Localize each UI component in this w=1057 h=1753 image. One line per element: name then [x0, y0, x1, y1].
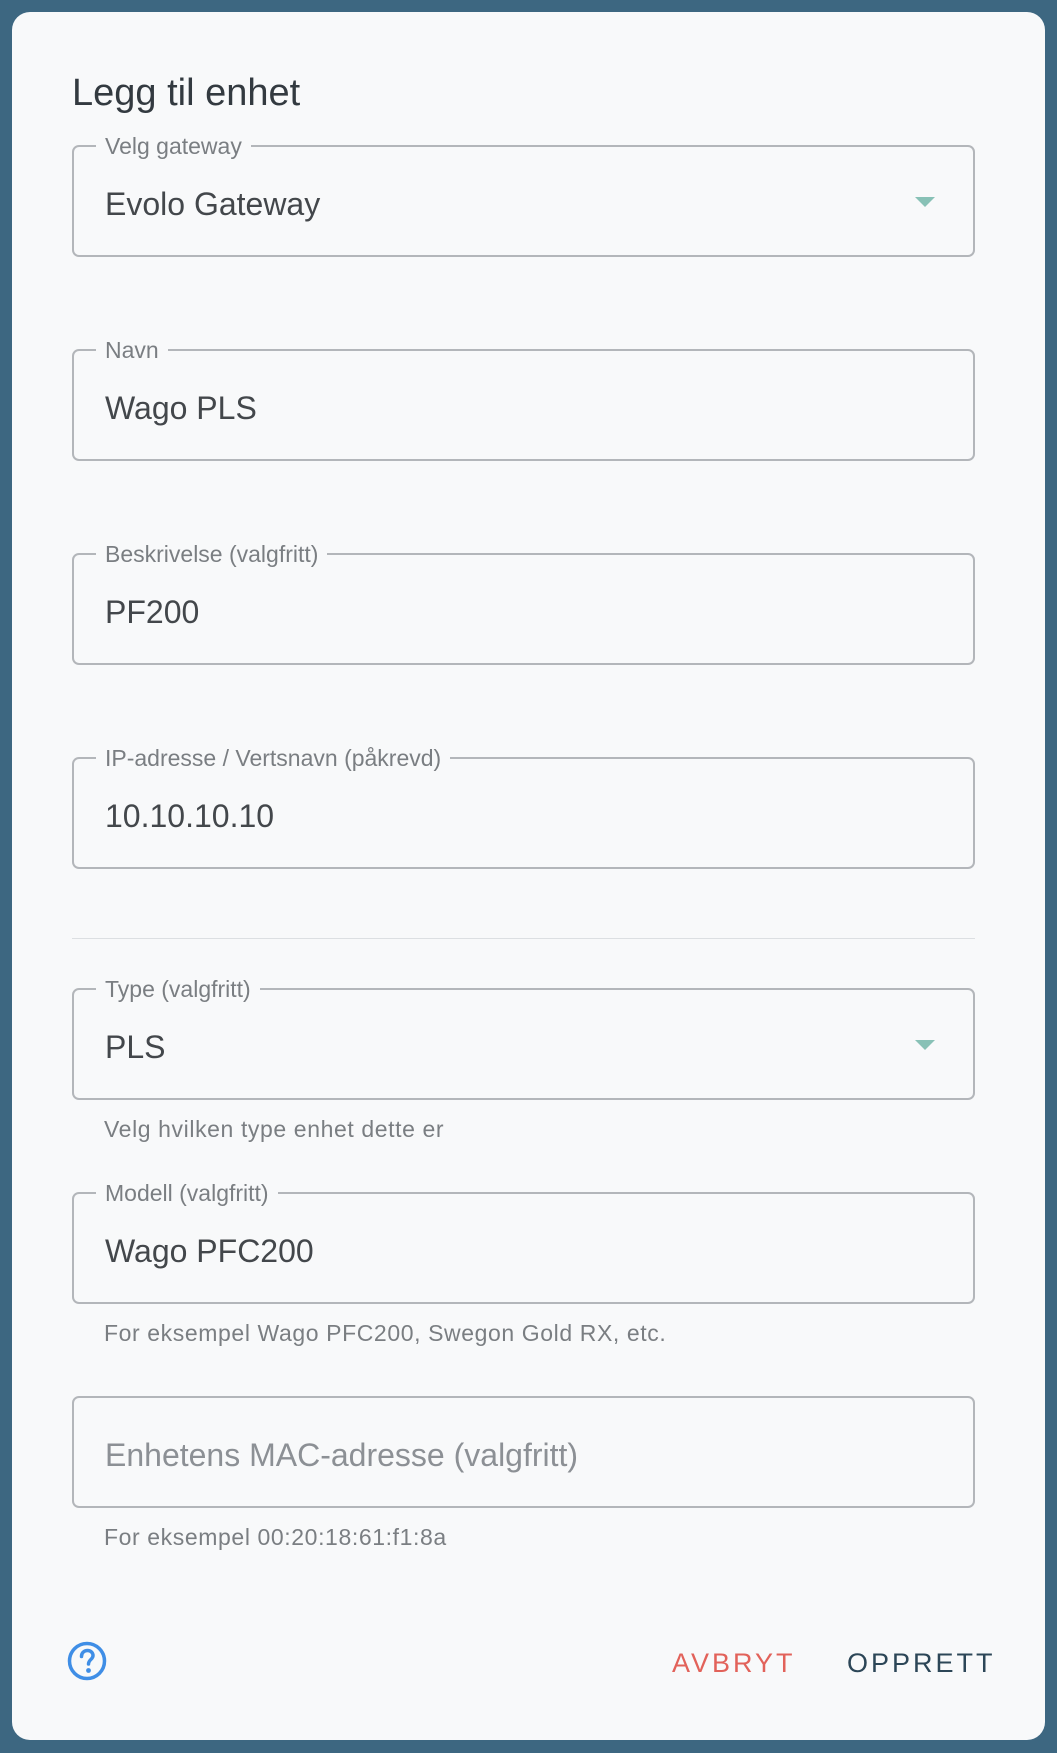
model-field[interactable]: Modell (valgfritt) Wago PFC200 — [72, 1179, 975, 1304]
dropdown-arrow-icon[interactable] — [915, 1040, 935, 1050]
name-field-value[interactable]: Wago PLS — [105, 389, 257, 427]
name-field[interactable]: Navn Wago PLS — [72, 336, 975, 461]
gateway-select-label: Velg gateway — [96, 132, 251, 160]
cancel-button[interactable]: AVBRYT — [672, 1648, 796, 1679]
help-circle-icon[interactable] — [67, 1641, 107, 1681]
model-field-value[interactable]: Wago PFC200 — [105, 1232, 314, 1270]
type-select[interactable]: Type (valgfritt) PLS — [72, 975, 975, 1100]
ip-hostname-field-value[interactable]: 10.10.10.10 — [105, 797, 274, 835]
description-field-value[interactable]: PF200 — [105, 593, 199, 631]
gateway-select[interactable]: Velg gateway Evolo Gateway — [72, 132, 975, 257]
dialog-title: Legg til enhet — [72, 72, 301, 114]
mac-address-field[interactable]: Enhetens MAC-adresse (valgfritt) — [72, 1396, 975, 1508]
name-field-label: Navn — [96, 336, 168, 364]
ip-hostname-field[interactable]: IP-adresse / Vertsnavn (påkrevd) 10.10.1… — [72, 744, 975, 869]
description-field-label: Beskrivelse (valgfritt) — [96, 540, 328, 568]
description-field[interactable]: Beskrivelse (valgfritt) PF200 — [72, 540, 975, 665]
mac-address-placeholder[interactable]: Enhetens MAC-adresse (valgfritt) — [105, 1436, 578, 1474]
model-helper-text: For eksempel Wago PFC200, Swegon Gold RX… — [104, 1320, 667, 1346]
type-select-label: Type (valgfritt) — [96, 975, 260, 1003]
type-helper-text: Velg hvilken type enhet dette er — [104, 1116, 445, 1142]
dropdown-arrow-icon[interactable] — [915, 197, 935, 207]
mac-helper-text: For eksempel 00:20:18:61:f1:8a — [104, 1524, 447, 1550]
gateway-select-value: Evolo Gateway — [105, 186, 321, 222]
type-select-value: PLS — [105, 1029, 166, 1065]
ip-hostname-field-label: IP-adresse / Vertsnavn (påkrevd) — [96, 744, 451, 772]
create-button[interactable]: OPPRETT — [847, 1648, 996, 1679]
section-divider — [72, 938, 975, 939]
model-field-label: Modell (valgfritt) — [96, 1179, 278, 1207]
add-device-dialog: Legg til enhet Velg gateway Evolo Gatewa… — [12, 12, 1045, 1740]
